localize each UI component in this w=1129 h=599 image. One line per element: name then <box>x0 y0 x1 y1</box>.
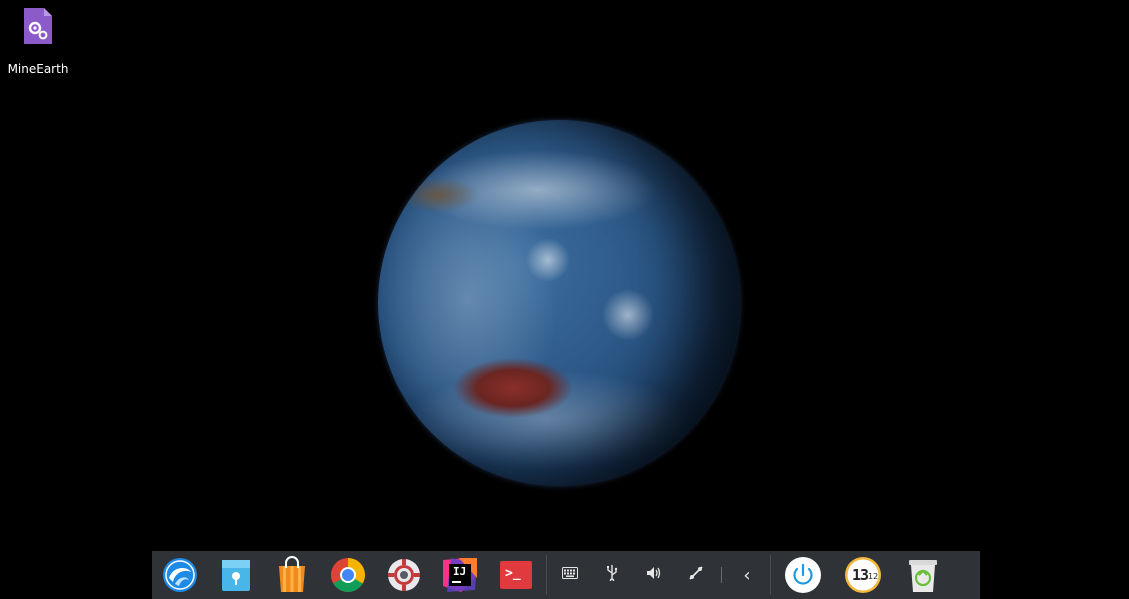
clock-icon: 13 12 <box>844 556 882 594</box>
dock-intellij-button[interactable]: IJ <box>432 551 488 599</box>
dock-shutdown-button[interactable] <box>773 551 833 599</box>
settings-file-icon <box>22 6 54 46</box>
terminal-icon: >_ <box>497 556 535 594</box>
deepin-launcher-icon <box>161 556 199 594</box>
dock: IJ >_ ‹ 13 12 <box>152 551 980 599</box>
dock-file-manager-button[interactable] <box>208 551 264 599</box>
trash-icon <box>904 556 942 594</box>
network-icon <box>688 565 704 585</box>
tray-usb-button[interactable] <box>591 551 633 599</box>
dock-separator <box>770 555 771 595</box>
tray-volume-button[interactable] <box>633 551 675 599</box>
desktop-icon-mineearth[interactable]: MineEarth <box>4 6 72 76</box>
dock-trash-button[interactable] <box>893 551 953 599</box>
chrome-icon <box>329 556 367 594</box>
usb-icon <box>606 565 618 585</box>
power-icon <box>784 556 822 594</box>
tray-separator <box>721 567 722 583</box>
earth-globe-icon <box>378 120 740 486</box>
keyboard-icon <box>562 567 578 583</box>
intellij-label: IJ <box>453 565 467 578</box>
tray-network-button[interactable] <box>675 551 717 599</box>
dock-app-store-button[interactable] <box>264 551 320 599</box>
intellij-icon: IJ <box>441 556 479 594</box>
dock-launcher-button[interactable] <box>152 551 208 599</box>
store-bag-icon <box>273 556 311 594</box>
volume-icon <box>646 566 662 584</box>
tray-collapse-button[interactable]: ‹ <box>726 551 768 599</box>
dock-settings-button[interactable] <box>376 551 432 599</box>
dock-chrome-button[interactable] <box>320 551 376 599</box>
dock-terminal-button[interactable]: >_ <box>488 551 544 599</box>
desktop-icon-label: MineEarth <box>7 62 69 76</box>
terminal-prompt: >_ <box>505 566 521 581</box>
folder-icon <box>217 556 255 594</box>
chevron-left-icon: ‹ <box>743 564 751 586</box>
clock-minute: 12 <box>868 572 879 581</box>
clock-hour: 13 <box>852 566 869 584</box>
gear-icon <box>385 556 423 594</box>
dock-separator <box>546 555 547 595</box>
dock-clock-button[interactable]: 13 12 <box>833 551 893 599</box>
tray-keyboard-button[interactable] <box>549 551 591 599</box>
